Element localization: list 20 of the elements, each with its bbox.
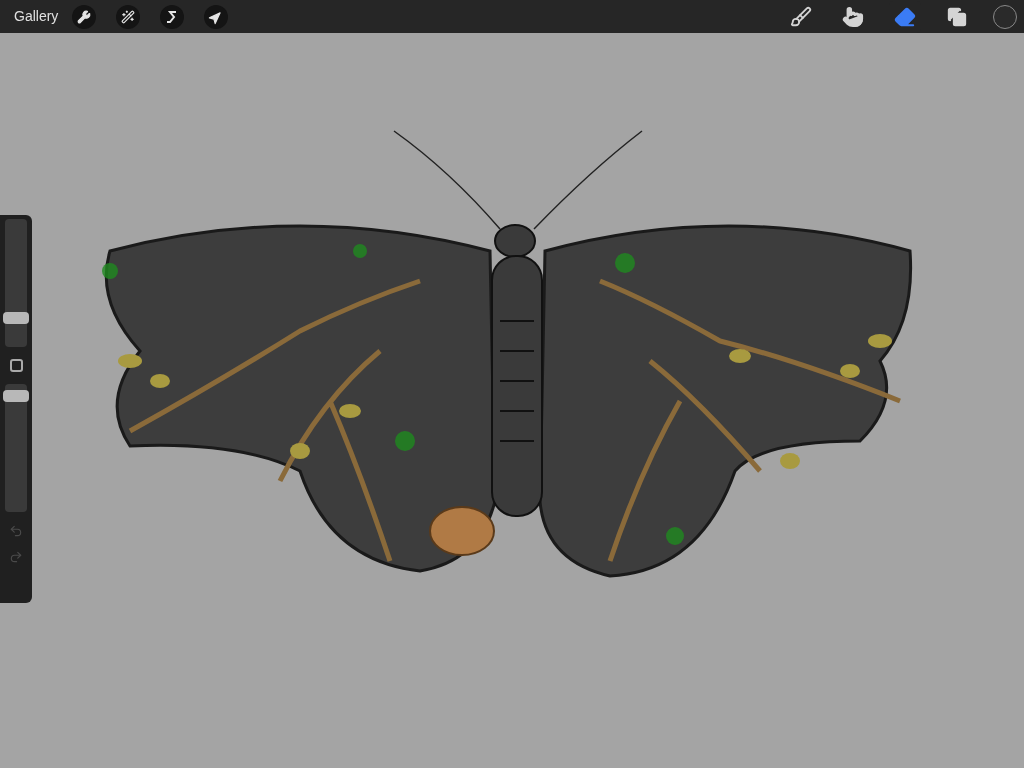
slider-thumb[interactable] xyxy=(3,389,29,402)
adjustments-button[interactable] xyxy=(116,4,141,29)
wrench-icon xyxy=(77,9,92,24)
transform-button[interactable] xyxy=(204,4,229,29)
magic-wand-icon xyxy=(121,9,136,24)
layers-icon xyxy=(947,6,967,27)
gallery-button[interactable]: Gallery xyxy=(14,6,59,27)
s-curve-icon xyxy=(166,9,179,24)
brush-icon xyxy=(790,5,812,28)
eraser-icon xyxy=(894,5,916,28)
actions-button[interactable] xyxy=(72,4,97,29)
selection-button[interactable] xyxy=(160,4,185,29)
slider-thumb[interactable] xyxy=(3,311,29,324)
modify-button[interactable] xyxy=(9,359,23,372)
finger-icon xyxy=(842,5,864,28)
color-swatch[interactable] xyxy=(993,4,1017,29)
undo-icon xyxy=(9,524,23,538)
redo-icon xyxy=(9,550,23,564)
opacity-slider[interactable] xyxy=(5,384,27,512)
brush-size-slider[interactable] xyxy=(5,219,27,347)
